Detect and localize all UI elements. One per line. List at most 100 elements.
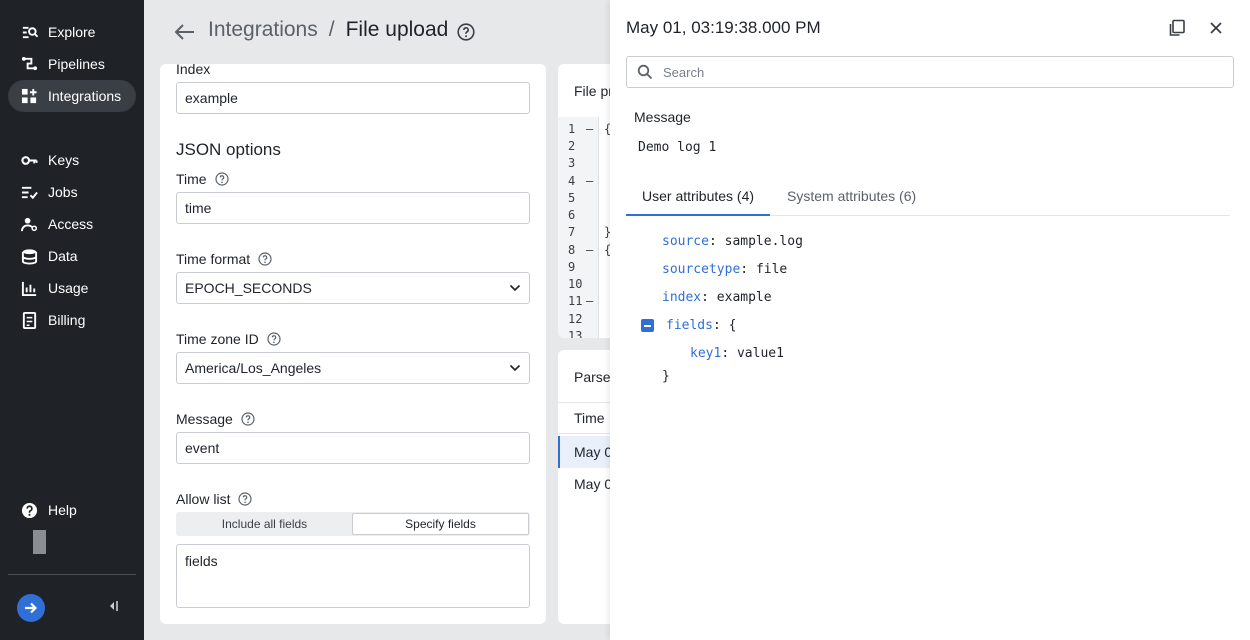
time-zone-label-text: Time zone ID [176, 331, 259, 347]
help-circle-icon[interactable] [214, 172, 229, 186]
sidebar-item-label: Integrations [48, 88, 122, 104]
help-icon [21, 502, 38, 519]
sidebar-item-label: Help [48, 502, 77, 518]
logo-button[interactable] [17, 594, 45, 622]
explore-icon [21, 24, 38, 41]
tab-user-attributes[interactable]: User attributes (4) [626, 188, 771, 216]
attribute-key: source [662, 234, 709, 249]
sidebar: Explore Pipelines Integrations Keys Jobs… [0, 0, 144, 640]
breadcrumb: Integrations / File upload [208, 18, 448, 42]
message-value: event [185, 440, 220, 456]
line-number: 9 [568, 260, 576, 274]
sidebar-item-access[interactable]: Access [8, 208, 136, 240]
attribute-colon: : [701, 290, 717, 305]
search-input[interactable] [663, 64, 1203, 80]
attribute-colon: : [712, 318, 729, 333]
breadcrumb-integrations[interactable]: Integrations [208, 18, 318, 42]
collapse-sidebar-icon[interactable] [106, 597, 120, 615]
attribute-row: key1: value1 [690, 346, 784, 361]
attribute-value: { [728, 318, 737, 333]
sidebar-item-keys[interactable]: Keys [8, 144, 136, 176]
attribute-row: source: sample.log [662, 234, 803, 249]
attribute-key: sourcetype [662, 262, 741, 277]
sidebar-item-usage[interactable]: Usage [8, 272, 136, 304]
sidebar-item-label: Keys [48, 152, 80, 168]
allow-fields-textarea[interactable]: fields [176, 544, 530, 608]
attribute-key: index [662, 290, 702, 305]
sidebar-item-billing[interactable]: Billing [8, 304, 136, 336]
help-circle-icon[interactable] [267, 332, 281, 346]
sidebar-item-explore[interactable]: Explore [8, 16, 136, 48]
parsed-events-title: Parse [574, 369, 611, 385]
upload-settings-card: Index example JSON options Time time Tim… [160, 64, 546, 624]
fold-toggle-icon[interactable]: – [586, 174, 593, 188]
key-icon [21, 152, 38, 169]
back-arrow-icon[interactable] [174, 22, 196, 42]
allow-list-label: Allow list [176, 491, 253, 507]
sidebar-item-pipelines[interactable]: Pipelines [8, 48, 136, 80]
line-number: 6 [568, 208, 576, 222]
fold-toggle-icon[interactable]: – [586, 294, 593, 308]
message-input[interactable]: event [176, 432, 530, 464]
sidebar-item-integrations[interactable]: Integrations [8, 80, 136, 112]
access-icon [21, 216, 38, 233]
line-number: 1 [568, 122, 576, 136]
allow-fields-value: fields [185, 553, 218, 569]
line-number: 5 [568, 191, 576, 205]
usage-icon [21, 280, 38, 297]
help-circle-icon[interactable] [238, 492, 253, 506]
allow-list-label-text: Allow list [176, 491, 231, 507]
line-number: 3 [568, 156, 576, 170]
sidebar-item-jobs[interactable]: Jobs [8, 176, 136, 208]
integrations-icon [21, 88, 38, 105]
time-zone-label: Time zone ID [176, 331, 281, 347]
include-all-fields-button[interactable]: Include all fields [177, 513, 352, 535]
sidebar-item-data[interactable]: Data [8, 240, 136, 272]
copy-icon[interactable] [1168, 19, 1186, 37]
fold-toggle-icon[interactable]: – [586, 122, 593, 136]
time-zone-select[interactable]: America/Los_Angeles [176, 352, 530, 384]
pipelines-icon [21, 56, 38, 73]
attribute-key: key1 [690, 346, 722, 361]
attribute-value: value1 [736, 346, 784, 361]
collapse-toggle-icon[interactable] [641, 319, 654, 332]
avatar[interactable] [33, 530, 46, 554]
data-icon [21, 248, 38, 265]
page-title: File upload [345, 18, 449, 41]
fold-toggle-icon[interactable]: – [586, 243, 593, 257]
index-label-text: Index [176, 64, 211, 77]
help-circle-icon[interactable] [457, 23, 475, 41]
time-value: time [185, 200, 212, 216]
index-input[interactable]: example [176, 82, 530, 114]
message-label: Message [176, 411, 255, 427]
time-label: Time [176, 171, 229, 187]
code-gutter-divider [598, 117, 599, 338]
search-field[interactable] [626, 56, 1234, 88]
attribute-colon: : [740, 262, 756, 277]
time-label-text: Time [176, 171, 207, 187]
sidebar-item-label: Jobs [48, 184, 78, 200]
attribute-key: fields [666, 318, 713, 333]
page-header: Integrations / File upload [144, 0, 614, 64]
attribute-value: example [716, 290, 772, 305]
sidebar-divider [8, 574, 136, 575]
time-format-select[interactable]: EPOCH_SECONDS [176, 272, 530, 304]
line-number: 8 [568, 243, 576, 257]
attribute-value: file [755, 262, 788, 277]
tab-system-attributes[interactable]: System attributes (6) [787, 188, 916, 216]
specify-fields-button[interactable]: Specify fields [352, 513, 529, 535]
help-circle-icon[interactable] [258, 252, 272, 266]
sidebar-item-help[interactable]: Help [8, 494, 136, 526]
arrow-right-icon [25, 602, 38, 614]
help-circle-icon[interactable] [241, 412, 255, 426]
event-detail-panel: May 01, 03:19:38.000 PM Message Demo log… [610, 0, 1250, 640]
attribute-closing-brace: } [662, 369, 670, 384]
close-icon[interactable] [1208, 20, 1224, 36]
time-input[interactable]: time [176, 192, 530, 224]
time-format-label-text: Time format [176, 251, 251, 267]
sidebar-item-label: Access [48, 216, 94, 232]
index-label: Index [176, 64, 210, 77]
attribute-colon: : [708, 234, 725, 249]
sidebar-item-label: Pipelines [48, 56, 105, 72]
line-number: 11 [568, 294, 583, 308]
